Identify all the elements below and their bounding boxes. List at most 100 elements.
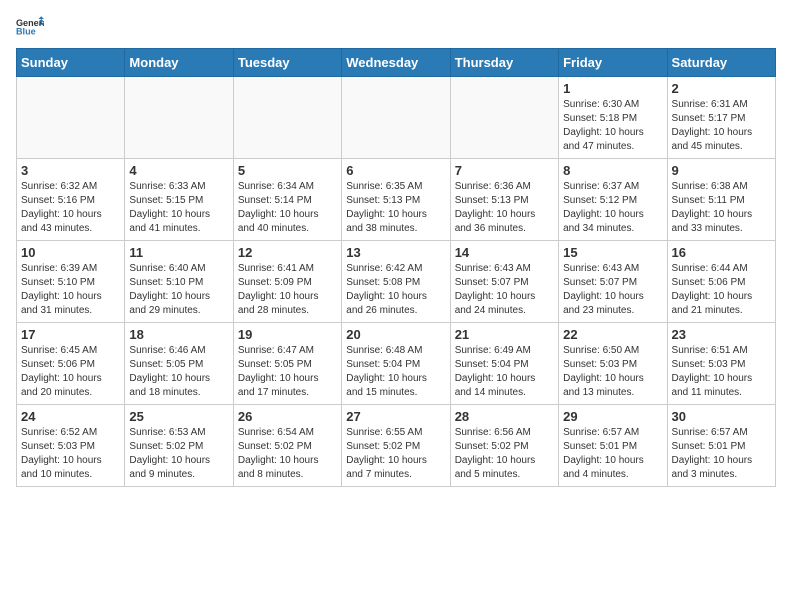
day-number: 19 bbox=[238, 327, 337, 342]
day-info: Sunrise: 6:54 AM Sunset: 5:02 PM Dayligh… bbox=[238, 426, 337, 482]
day-info: Sunrise: 6:41 AM Sunset: 5:09 PM Dayligh… bbox=[238, 262, 337, 318]
day-info: Sunrise: 6:36 AM Sunset: 5:13 PM Dayligh… bbox=[455, 180, 554, 236]
calendar-week-row: 3Sunrise: 6:32 AM Sunset: 5:16 PM Daylig… bbox=[17, 159, 776, 241]
day-number: 27 bbox=[346, 409, 445, 424]
calendar-week-row: 17Sunrise: 6:45 AM Sunset: 5:06 PM Dayli… bbox=[17, 323, 776, 405]
calendar-cell: 21 Sunrise: 6:49 AM Sunset: 5:04 PM Dayli… bbox=[450, 323, 558, 405]
calendar-cell: 1 Sunrise: 6:30 AM Sunset: 5:18 PM Daylig… bbox=[559, 77, 667, 159]
calendar-cell: 22Sunrise: 6:50 AM Sunset: 5:03 PM Dayli… bbox=[559, 323, 667, 405]
page-header: General Blue bbox=[16, 16, 776, 36]
calendar-cell: 16 Sunrise: 6:44 AM Sunset: 5:06 PM Dayli… bbox=[667, 241, 775, 323]
calendar-cell: 15 Sunrise: 6:43 AM Sunset: 5:07 PM Dayli… bbox=[559, 241, 667, 323]
day-number: 7 bbox=[455, 163, 554, 178]
day-info: Sunrise: 6:30 AM Sunset: 5:18 PM Dayligh… bbox=[563, 98, 662, 154]
day-info: Sunrise: 6:39 AM Sunset: 5:10 PM Dayligh… bbox=[21, 262, 120, 318]
calendar-cell: 23 Sunrise: 6:51 AM Sunset: 5:03 PM Dayli… bbox=[667, 323, 775, 405]
day-info: Sunrise: 6:43 AM Sunset: 5:07 PM Dayligh… bbox=[563, 262, 662, 318]
day-info: Sunrise: 6:53 AM Sunset: 5:02 PM Dayligh… bbox=[129, 426, 228, 482]
day-number: 9 bbox=[672, 163, 771, 178]
calendar-table: SundayMondayTuesdayWednesdayThursdayFrid… bbox=[16, 48, 776, 487]
calendar-week-row: 1 Sunrise: 6:30 AM Sunset: 5:18 PM Daylig… bbox=[17, 77, 776, 159]
day-number: 5 bbox=[238, 163, 337, 178]
day-number: 11 bbox=[129, 245, 228, 260]
calendar-cell: 28 Sunrise: 6:56 AM Sunset: 5:02 PM Dayli… bbox=[450, 405, 558, 487]
calendar-cell: 8Sunrise: 6:37 AM Sunset: 5:12 PM Daylig… bbox=[559, 159, 667, 241]
day-info: Sunrise: 6:55 AM Sunset: 5:02 PM Dayligh… bbox=[346, 426, 445, 482]
day-info: Sunrise: 6:34 AM Sunset: 5:14 PM Dayligh… bbox=[238, 180, 337, 236]
day-info: Sunrise: 6:44 AM Sunset: 5:06 PM Dayligh… bbox=[672, 262, 771, 318]
day-info: Sunrise: 6:42 AM Sunset: 5:08 PM Dayligh… bbox=[346, 262, 445, 318]
day-number: 14 bbox=[455, 245, 554, 260]
day-number: 20 bbox=[346, 327, 445, 342]
day-info: Sunrise: 6:35 AM Sunset: 5:13 PM Dayligh… bbox=[346, 180, 445, 236]
calendar-cell: 9 Sunrise: 6:38 AM Sunset: 5:11 PM Daylig… bbox=[667, 159, 775, 241]
calendar-week-row: 24 Sunrise: 6:52 AM Sunset: 5:03 PM Dayli… bbox=[17, 405, 776, 487]
day-info: Sunrise: 6:48 AM Sunset: 5:04 PM Dayligh… bbox=[346, 344, 445, 400]
calendar-cell: 19Sunrise: 6:47 AM Sunset: 5:05 PM Dayli… bbox=[233, 323, 341, 405]
calendar-cell: 13 Sunrise: 6:42 AM Sunset: 5:08 PM Dayli… bbox=[342, 241, 450, 323]
calendar-cell: 11 Sunrise: 6:40 AM Sunset: 5:10 PM Dayli… bbox=[125, 241, 233, 323]
calendar-cell: 5 Sunrise: 6:34 AM Sunset: 5:14 PM Daylig… bbox=[233, 159, 341, 241]
day-info: Sunrise: 6:31 AM Sunset: 5:17 PM Dayligh… bbox=[672, 98, 771, 154]
weekday-header-sunday: Sunday bbox=[17, 49, 125, 77]
calendar-cell: 12 Sunrise: 6:41 AM Sunset: 5:09 PM Dayli… bbox=[233, 241, 341, 323]
day-info: Sunrise: 6:46 AM Sunset: 5:05 PM Dayligh… bbox=[129, 344, 228, 400]
calendar-cell: 26 Sunrise: 6:54 AM Sunset: 5:02 PM Dayli… bbox=[233, 405, 341, 487]
day-number: 13 bbox=[346, 245, 445, 260]
day-info: Sunrise: 6:56 AM Sunset: 5:02 PM Dayligh… bbox=[455, 426, 554, 482]
weekday-header-row: SundayMondayTuesdayWednesdayThursdayFrid… bbox=[17, 49, 776, 77]
day-number: 8 bbox=[563, 163, 662, 178]
day-number: 28 bbox=[455, 409, 554, 424]
day-info: Sunrise: 6:38 AM Sunset: 5:11 PM Dayligh… bbox=[672, 180, 771, 236]
day-number: 16 bbox=[672, 245, 771, 260]
calendar-cell: 10 Sunrise: 6:39 AM Sunset: 5:10 PM Dayli… bbox=[17, 241, 125, 323]
calendar-cell bbox=[125, 77, 233, 159]
day-info: Sunrise: 6:52 AM Sunset: 5:03 PM Dayligh… bbox=[21, 426, 120, 482]
calendar-cell bbox=[342, 77, 450, 159]
day-number: 25 bbox=[129, 409, 228, 424]
calendar-cell: 7 Sunrise: 6:36 AM Sunset: 5:13 PM Daylig… bbox=[450, 159, 558, 241]
svg-text:Blue: Blue bbox=[16, 26, 36, 36]
day-info: Sunrise: 6:49 AM Sunset: 5:04 PM Dayligh… bbox=[455, 344, 554, 400]
day-number: 15 bbox=[563, 245, 662, 260]
calendar-cell: 6 Sunrise: 6:35 AM Sunset: 5:13 PM Daylig… bbox=[342, 159, 450, 241]
day-info: Sunrise: 6:57 AM Sunset: 5:01 PM Dayligh… bbox=[672, 426, 771, 482]
day-number: 12 bbox=[238, 245, 337, 260]
day-number: 22 bbox=[563, 327, 662, 342]
calendar-cell: 4 Sunrise: 6:33 AM Sunset: 5:15 PM Daylig… bbox=[125, 159, 233, 241]
calendar-cell: 30 Sunrise: 6:57 AM Sunset: 5:01 PM Dayli… bbox=[667, 405, 775, 487]
calendar-cell: 3Sunrise: 6:32 AM Sunset: 5:16 PM Daylig… bbox=[17, 159, 125, 241]
day-number: 6 bbox=[346, 163, 445, 178]
calendar-cell bbox=[450, 77, 558, 159]
day-number: 3 bbox=[21, 163, 120, 178]
weekday-header-tuesday: Tuesday bbox=[233, 49, 341, 77]
weekday-header-wednesday: Wednesday bbox=[342, 49, 450, 77]
day-info: Sunrise: 6:51 AM Sunset: 5:03 PM Dayligh… bbox=[672, 344, 771, 400]
day-number: 10 bbox=[21, 245, 120, 260]
day-info: Sunrise: 6:40 AM Sunset: 5:10 PM Dayligh… bbox=[129, 262, 228, 318]
day-number: 4 bbox=[129, 163, 228, 178]
day-info: Sunrise: 6:45 AM Sunset: 5:06 PM Dayligh… bbox=[21, 344, 120, 400]
logo: General Blue bbox=[16, 16, 48, 36]
calendar-cell bbox=[17, 77, 125, 159]
day-number: 21 bbox=[455, 327, 554, 342]
day-info: Sunrise: 6:33 AM Sunset: 5:15 PM Dayligh… bbox=[129, 180, 228, 236]
day-number: 29 bbox=[563, 409, 662, 424]
calendar-cell: 20 Sunrise: 6:48 AM Sunset: 5:04 PM Dayli… bbox=[342, 323, 450, 405]
calendar-cell bbox=[233, 77, 341, 159]
calendar-cell: 18Sunrise: 6:46 AM Sunset: 5:05 PM Dayli… bbox=[125, 323, 233, 405]
day-info: Sunrise: 6:57 AM Sunset: 5:01 PM Dayligh… bbox=[563, 426, 662, 482]
calendar-cell: 29 Sunrise: 6:57 AM Sunset: 5:01 PM Dayli… bbox=[559, 405, 667, 487]
day-number: 24 bbox=[21, 409, 120, 424]
logo-icon: General Blue bbox=[16, 16, 44, 36]
calendar-cell: 14 Sunrise: 6:43 AM Sunset: 5:07 PM Dayli… bbox=[450, 241, 558, 323]
calendar-cell: 17Sunrise: 6:45 AM Sunset: 5:06 PM Dayli… bbox=[17, 323, 125, 405]
weekday-header-saturday: Saturday bbox=[667, 49, 775, 77]
day-info: Sunrise: 6:43 AM Sunset: 5:07 PM Dayligh… bbox=[455, 262, 554, 318]
calendar-cell: 24 Sunrise: 6:52 AM Sunset: 5:03 PM Dayli… bbox=[17, 405, 125, 487]
day-number: 30 bbox=[672, 409, 771, 424]
day-number: 26 bbox=[238, 409, 337, 424]
day-number: 2 bbox=[672, 81, 771, 96]
day-number: 23 bbox=[672, 327, 771, 342]
day-number: 1 bbox=[563, 81, 662, 96]
